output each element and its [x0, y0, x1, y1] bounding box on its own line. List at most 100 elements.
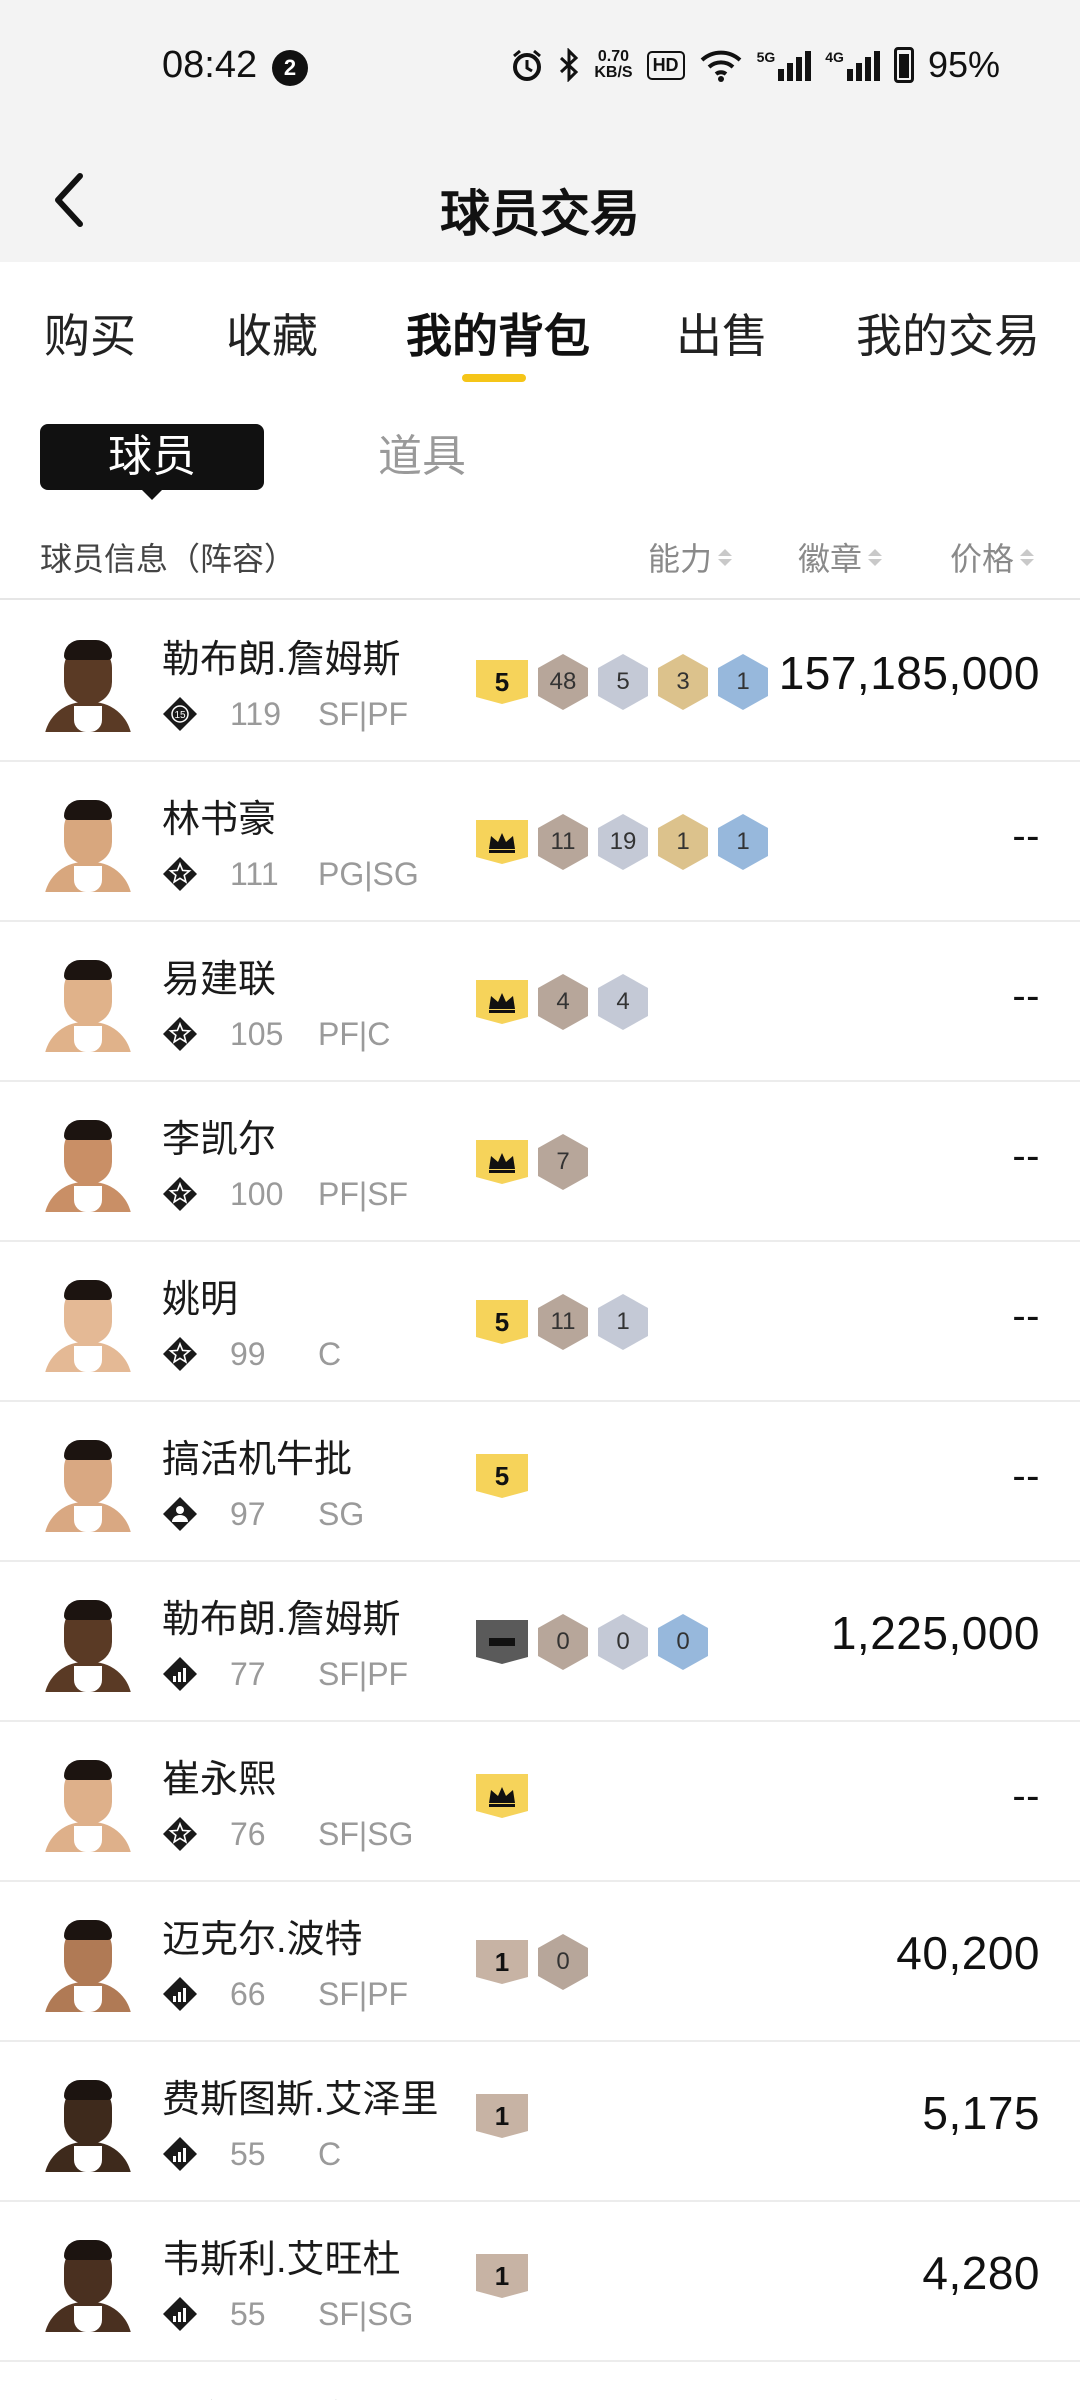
- player-avatar: [40, 2076, 136, 2172]
- badge-hex-blue: 0: [658, 1614, 708, 1670]
- player-row[interactable]: 李凯尔 100 PF|SF 7 --: [0, 1082, 1080, 1242]
- tab-buy[interactable]: 购买: [44, 300, 136, 366]
- badge-group: 11 19 1 1: [476, 814, 768, 870]
- notification-badge: 2: [272, 50, 308, 86]
- player-name: 林书豪: [162, 799, 277, 841]
- column-player-info: 球员信息（阵容）: [40, 541, 297, 577]
- player-avatar: [40, 1916, 136, 2012]
- sort-price[interactable]: 价格: [950, 534, 1035, 580]
- crown-icon: [476, 980, 528, 1024]
- badge-group: 000: [476, 1614, 708, 1670]
- player-name: 费斯图斯.艾泽里: [162, 2079, 439, 2121]
- badge-hex-brown: 11: [538, 814, 588, 870]
- svg-text:15: 15: [174, 710, 186, 721]
- header: 球员交易: [0, 140, 1080, 262]
- player-rating: 76: [230, 1816, 266, 1852]
- bars-diamond-icon: [162, 2136, 198, 2172]
- badge-hex-gold: 1: [658, 814, 708, 870]
- star-diamond-icon: [162, 1336, 198, 1372]
- segment-players[interactable]: 球员: [40, 424, 264, 500]
- battery-level: 95%: [927, 44, 1000, 85]
- player-position: PF|SF: [318, 1176, 409, 1212]
- player-row[interactable]: 林书豪 111 PG|SG 11 19 1 1 --: [0, 762, 1080, 922]
- player-rating: 119: [230, 696, 282, 732]
- player-row[interactable]: 迈克尔.波特 66 SF|PF 1 0 40,200: [0, 1882, 1080, 2042]
- segment-items[interactable]: 道具: [310, 424, 534, 490]
- player-rating: 99: [230, 1336, 266, 1372]
- hd-icon: HD: [646, 50, 685, 80]
- player-row[interactable]: 搞活机牛批 97 SG 5 --: [0, 1402, 1080, 1562]
- star-diamond-icon: [162, 1176, 198, 1212]
- badge-hex-brown: 0: [538, 1614, 588, 1670]
- player-rating: 105: [230, 1016, 284, 1052]
- player-rating: 100: [230, 1176, 284, 1212]
- table-header: 球员信息（阵容） 能力 徽章 价格: [0, 520, 1080, 600]
- player-position: SF|PF: [318, 696, 409, 732]
- player-rating: 97: [230, 1496, 266, 1532]
- active-tab-indicator: [462, 374, 526, 382]
- player-name: 搞活机牛批: [162, 1439, 353, 1481]
- player-row[interactable]: 崔永熙 76 SF|SG --: [0, 1722, 1080, 1882]
- tab-sell[interactable]: 出售: [676, 300, 768, 366]
- badge-hex-brown: 48: [538, 654, 588, 710]
- player-position: PF|C: [318, 1016, 391, 1052]
- tab-favorites[interactable]: 收藏: [226, 300, 318, 366]
- player-list: 勒布朗.詹姆斯 15 119 SF|PF 5 48 5 3 1 157,185,000 林书豪 111…: [0, 602, 1080, 2400]
- badge-hex-silver: 19: [598, 814, 648, 870]
- level-tag: 5: [476, 660, 528, 704]
- sort-icon: [1020, 548, 1035, 566]
- level-tag-empty: [476, 1620, 528, 1664]
- player-avatar: [40, 2236, 136, 2332]
- player-avatar: [40, 1436, 136, 1532]
- player-name: 韦斯利.艾旺杜: [162, 2239, 401, 2281]
- player-row[interactable]: 勒布朗.詹姆斯 15 119 SF|PF 5 48 5 3 1 157,185,000: [0, 602, 1080, 762]
- badge-group: 5 48 5 3 1: [476, 654, 768, 710]
- page-title: 球员交易: [440, 186, 640, 242]
- badge-group: 10: [476, 1934, 588, 1990]
- player-row[interactable]: 费斯图斯.艾泽里 55 C 1 5,175: [0, 2042, 1080, 2202]
- player-avatar: [40, 1276, 136, 1372]
- badge-hex-brown: 7: [538, 1134, 588, 1190]
- signal-5g-icon: 5G: [757, 49, 812, 81]
- player-rating: 111: [230, 856, 279, 892]
- player-name: 勒布朗.詹姆斯: [162, 1599, 401, 1641]
- player-name: 凯尔.利沃尔: [162, 2388, 363, 2400]
- player-price: --: [1012, 1454, 1040, 1498]
- badge-hex-blue: 1: [718, 654, 768, 710]
- signal-4g-icon: 4G: [825, 49, 880, 81]
- badge-group: [476, 1774, 528, 1818]
- player-avatar: [40, 1596, 136, 1692]
- level-tag: 1: [476, 2254, 528, 2298]
- player-name: 易建联: [162, 959, 277, 1001]
- bars-diamond-icon: [162, 2296, 198, 2332]
- sort-ability[interactable]: 能力: [648, 534, 733, 580]
- tab-my-backpack[interactable]: 我的背包: [406, 300, 590, 366]
- player-row[interactable]: 韦斯利.艾旺杜 55 SF|SG 1 4,280: [0, 2202, 1080, 2362]
- bars-diamond-icon: [162, 1656, 198, 1692]
- player-row[interactable]: 易建联 105 PF|C 4 4 --: [0, 922, 1080, 1082]
- alarm-icon: [513, 49, 542, 81]
- player-position: SF|SG: [318, 2296, 414, 2332]
- badge-hex-gold: 3: [658, 654, 708, 710]
- badge-group: 1: [476, 2094, 528, 2138]
- tab-my-trades[interactable]: 我的交易: [856, 300, 1040, 366]
- sort-icon: [718, 548, 733, 566]
- player-rating: 66: [230, 1976, 266, 2012]
- player-name: 崔永熙: [162, 1759, 277, 1801]
- player-row[interactable]: 姚明 99 C 5 11 1 --: [0, 1242, 1080, 1402]
- diamond-15-icon: 15: [162, 696, 198, 732]
- player-name: 迈克尔.波特: [162, 1919, 363, 1961]
- player-row[interactable]: 勒布朗.詹姆斯 77 SF|PF 0 0 0 1,225,000: [0, 1562, 1080, 1722]
- player-avatar: [40, 1756, 136, 1852]
- player-row-partial[interactable]: 凯尔.利沃尔: [0, 2362, 1080, 2400]
- badge-group: 7: [476, 1134, 588, 1190]
- sort-badge[interactable]: 徽章: [798, 534, 883, 580]
- player-position: C: [318, 2136, 342, 2172]
- player-price: --: [1012, 814, 1040, 858]
- crown-icon: [476, 820, 528, 864]
- player-position: C: [318, 1336, 342, 1372]
- player-price: --: [1012, 1134, 1040, 1178]
- level-tag: 5: [476, 1300, 528, 1344]
- badge-hex-silver: 5: [598, 654, 648, 710]
- player-position: SF|PF: [318, 1656, 409, 1692]
